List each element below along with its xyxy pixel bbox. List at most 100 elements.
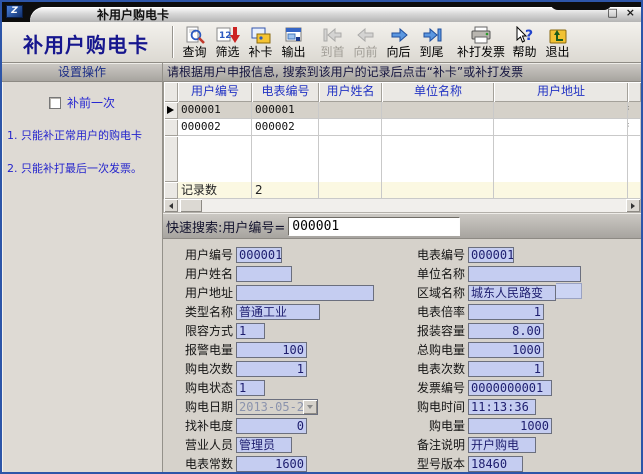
table-cell[interactable]: 000001 <box>178 102 252 119</box>
table-summary-row: 记录数2 <box>164 182 641 199</box>
meter-id-field[interactable]: 000001 <box>468 247 514 263</box>
user-address-field[interactable] <box>236 285 374 301</box>
adjust-energy-row: 找补电度0 <box>177 416 403 435</box>
purchase-count-label: 购电次数 <box>177 360 233 377</box>
invoice-number-field[interactable]: 0000000001 <box>468 380 552 396</box>
remark-row: 备注说明开户购电 <box>403 435 641 454</box>
alarm-energy-row: 报警电量100 <box>177 340 403 359</box>
operator-field[interactable]: 管理员 <box>236 437 292 453</box>
area-name-label: 区域名称 <box>403 284 465 301</box>
meter-constant-label: 电表常数 <box>177 455 233 472</box>
table-cell[interactable] <box>494 102 628 119</box>
recard-button[interactable]: 补卡 <box>244 26 277 60</box>
table-cell-partial[interactable]: 扌 <box>628 119 641 136</box>
scroll-thumb[interactable] <box>180 199 202 212</box>
table-cell[interactable] <box>494 119 628 136</box>
table-row-1[interactable]: 000001000001 扌 <box>164 102 641 119</box>
empty-cell <box>628 136 641 182</box>
quick-search-input[interactable] <box>288 217 460 236</box>
purchase-status-row: 购电状态1 <box>177 378 403 397</box>
exit-icon <box>547 26 569 45</box>
table-cell[interactable]: 000002 <box>252 119 319 136</box>
clipped-text: 扌 <box>628 119 634 135</box>
purchase-status-label: 购电状态 <box>177 379 233 396</box>
scroll-right-button[interactable] <box>626 199 640 212</box>
sidebar: 设置操作 补前一次 1. 只能补正常用户的购电卡 2. 只能补打最后一次发票。 <box>2 63 163 472</box>
user-name-row: 用户姓名 <box>177 264 403 283</box>
total-purchased-row: 总购电量1000 <box>403 340 641 359</box>
total-purchased-field[interactable]: 1000 <box>468 342 544 358</box>
exit-button[interactable]: 退出 <box>541 26 574 60</box>
checkbox-label: 补前一次 <box>67 94 115 111</box>
checkbox-icon[interactable] <box>49 97 61 109</box>
capacity-limit-mode-field[interactable]: 1 <box>236 323 265 339</box>
filter-button-label: 筛选 <box>215 45 239 60</box>
export-button[interactable]: 输出 <box>277 26 310 60</box>
area-name-field[interactable]: 城东人民路变 <box>468 285 556 301</box>
go-next-icon <box>388 26 410 45</box>
purchase-date-row: 购电日期2013-05-25 <box>177 397 403 416</box>
close-button[interactable]: × <box>626 6 635 19</box>
purchase-count-field[interactable]: 1 <box>236 361 307 377</box>
help-button-label: 帮助 <box>513 45 537 60</box>
purchase-status-field[interactable]: 1 <box>236 380 265 396</box>
clipped-text: 扌 <box>628 102 634 118</box>
scroll-left-button[interactable] <box>164 199 178 212</box>
meter-count-row: 电表次数1 <box>403 359 641 378</box>
reprint-invoice-button[interactable]: 补打发票 <box>454 26 508 60</box>
prev-button-label: 向前 <box>353 45 377 60</box>
installed-capacity-field[interactable]: 8.00 <box>468 323 544 339</box>
last-button[interactable]: 到尾 <box>415 26 448 60</box>
remark-field[interactable]: 开户购电 <box>468 437 536 453</box>
capacity-limit-mode-row: 限容方式1 <box>177 321 403 340</box>
user-name-field[interactable] <box>236 266 292 282</box>
left-triangle-icon <box>169 203 173 209</box>
scroll-track[interactable] <box>202 199 626 212</box>
query-button[interactable]: 查询 <box>178 26 211 60</box>
user-id-field[interactable]: 000001 <box>236 247 282 263</box>
meter-count-field[interactable]: 1 <box>468 361 544 377</box>
help-button[interactable]: ?帮助 <box>508 26 541 60</box>
adjust-energy-field[interactable]: 0 <box>236 418 307 434</box>
installed-capacity-row: 报装容量8.00 <box>403 321 641 340</box>
unit-name-field[interactable] <box>468 266 581 282</box>
right-triangle-icon <box>631 203 635 209</box>
maximize-button[interactable]: □ <box>607 6 617 19</box>
model-version-field[interactable]: 18460 <box>468 456 523 472</box>
table-cell[interactable]: 000001 <box>252 102 319 119</box>
type-name-field[interactable]: 普通工业 <box>236 304 320 320</box>
row-marker <box>164 102 178 119</box>
next-button[interactable]: 向后 <box>382 26 415 60</box>
table-horizontal-scrollbar[interactable] <box>163 199 641 213</box>
unit-name-row: 单位名称 <box>403 264 641 283</box>
alarm-energy-field[interactable]: 100 <box>236 342 307 358</box>
filter-button[interactable]: 12筛选 <box>211 26 244 60</box>
purchase-time-field[interactable]: 11:13:36 <box>468 399 536 415</box>
meter-constant-field[interactable]: 1600 <box>236 456 307 472</box>
go-first-icon <box>322 26 344 45</box>
table-cell[interactable] <box>319 119 382 136</box>
first-button-label: 到首 <box>320 45 344 60</box>
toolbar-separator <box>172 26 174 58</box>
empty-cell <box>319 136 382 182</box>
meter-id-row: 电表编号000001 <box>403 245 641 264</box>
detail-form: 用户编号000001用户姓名用户地址类型名称普通工业限容方式1报警电量100购电… <box>163 239 641 472</box>
quick-search-bar: 快速搜索:用户编号= <box>163 213 641 239</box>
column-header-4: 单位名称 <box>382 82 494 102</box>
table-cell[interactable] <box>382 102 494 119</box>
purchase-amount-field[interactable]: 1000 <box>468 418 552 434</box>
table-cell[interactable]: 000002 <box>178 119 252 136</box>
replenish-previous-checkbox-row[interactable]: 补前一次 <box>6 94 158 111</box>
table-row-2[interactable]: 000002000002 扌 <box>164 119 641 136</box>
type-name-label: 类型名称 <box>177 303 233 320</box>
table-cell-partial[interactable]: 扌 <box>628 102 641 119</box>
meter-constant-row: 电表常数1600 <box>177 454 403 472</box>
purchase-date-label: 购电日期 <box>177 398 233 415</box>
table-cell[interactable] <box>319 102 382 119</box>
row-marker <box>164 182 178 199</box>
table-cell[interactable] <box>382 119 494 136</box>
toolbar: 补用户购电卡 查询12筛选补卡输出到首向前向后到尾补打发票?帮助退出 <box>2 22 641 63</box>
purchase-amount-row: 购电量1000 <box>403 416 641 435</box>
meter-ratio-field[interactable]: 1 <box>468 304 544 320</box>
column-header-3: 用户姓名 <box>319 82 382 102</box>
